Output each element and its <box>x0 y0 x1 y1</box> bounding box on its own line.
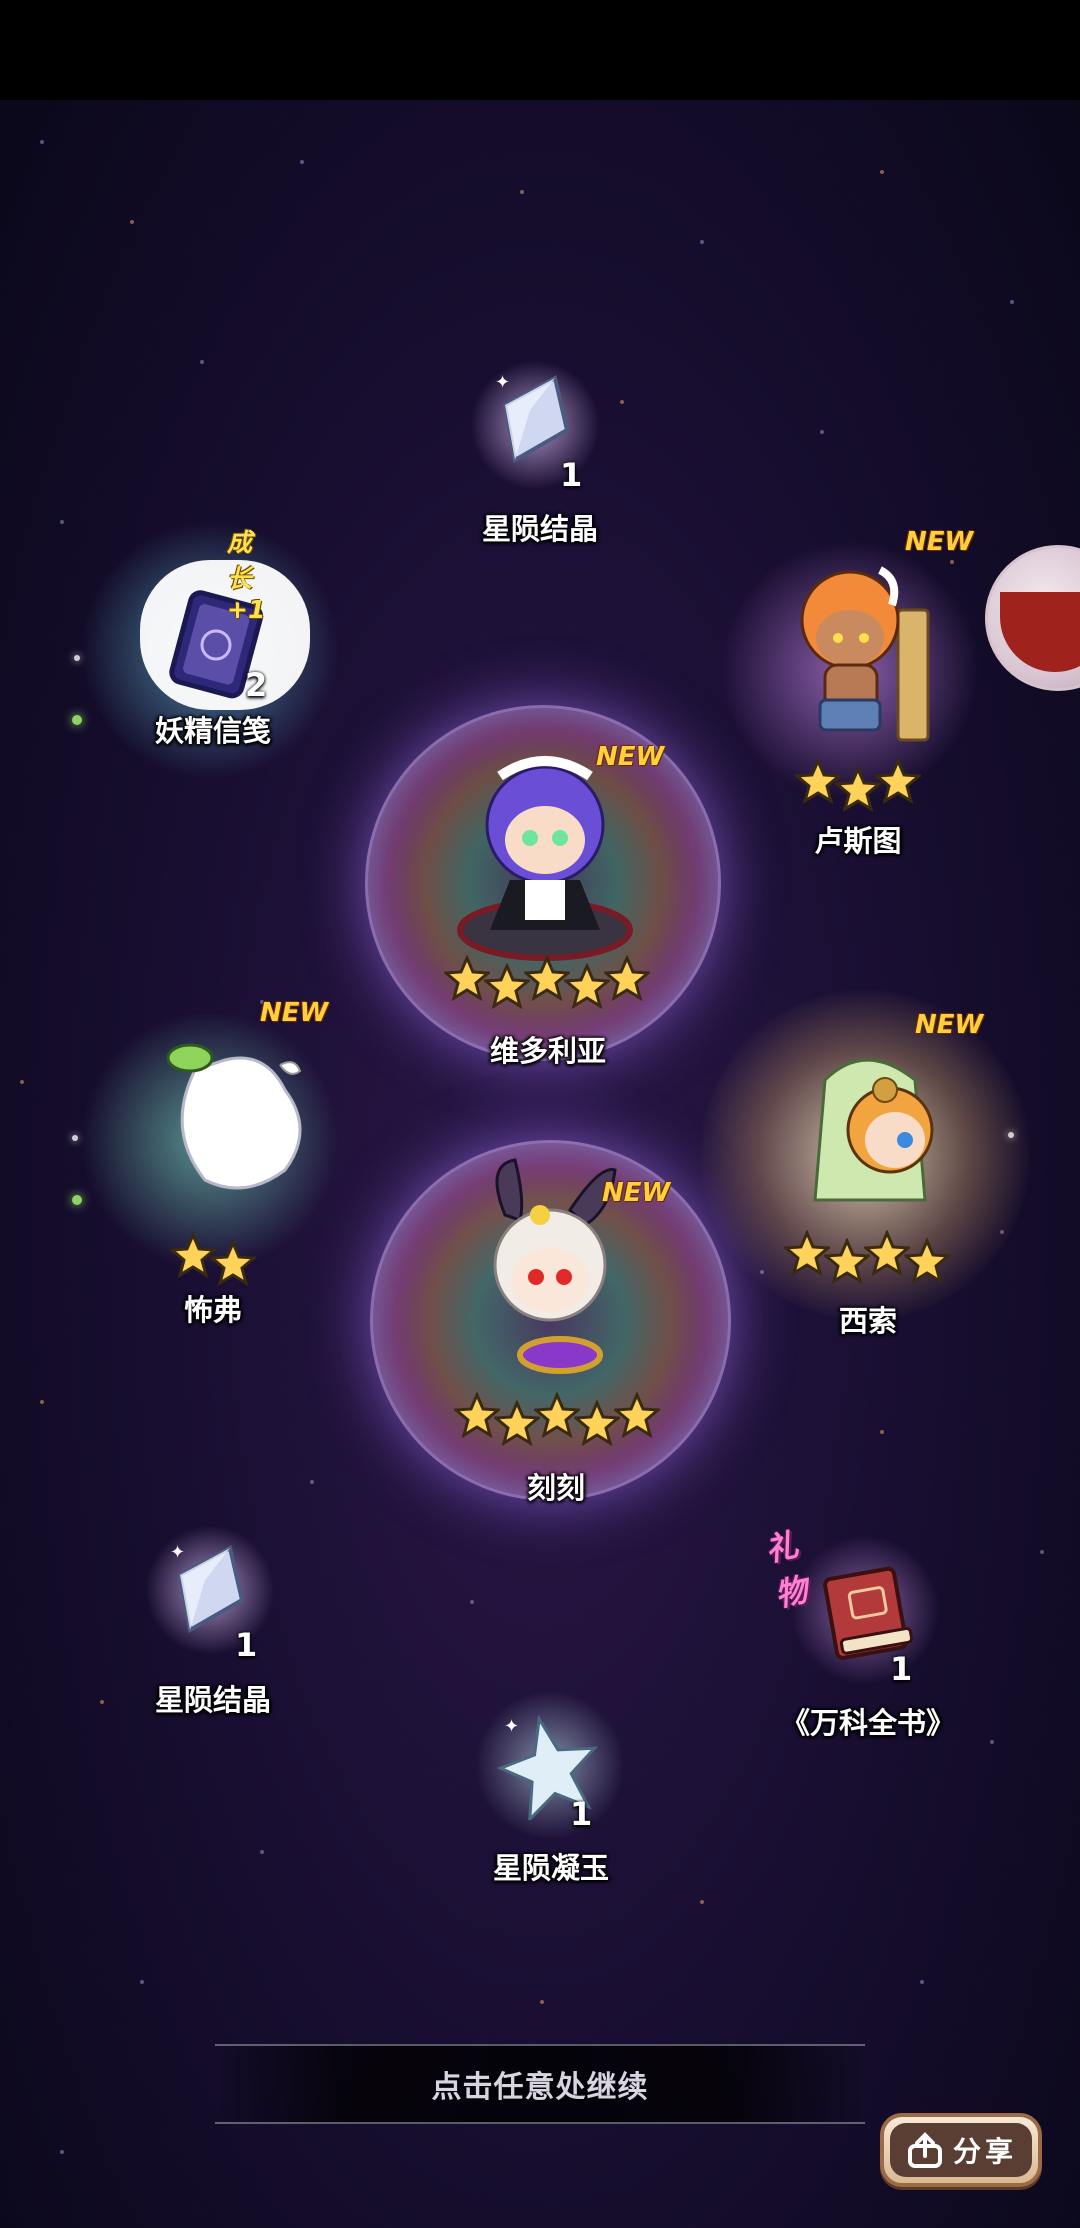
keke-label: 刻刻 <box>526 1471 586 1505</box>
star-icon <box>614 1392 660 1438</box>
keke-new-badge: NEW <box>602 1178 671 1208</box>
share-button[interactable]: 分享 <box>880 2113 1042 2187</box>
victoria-character-icon <box>457 756 633 961</box>
victoria-stars <box>444 955 650 1009</box>
xisuo-new-badge: NEW <box>915 1010 984 1040</box>
crystal-icon: ✦ <box>495 372 570 464</box>
fufu-new-badge: NEW <box>260 998 329 1028</box>
encyclopedia-label: 《万科全书》 <box>780 1706 956 1740</box>
keke-stars <box>454 1392 660 1446</box>
victoria-new-badge: NEW <box>596 742 665 772</box>
crystal-top-label: 星陨结晶 <box>481 512 599 546</box>
crystal-icon: ✦ <box>170 1542 245 1634</box>
crystal-left-count: 1 <box>235 1626 258 1664</box>
xisuo-label: 西索 <box>838 1304 898 1338</box>
growth-tag: 成长+1 <box>227 528 266 624</box>
crystal-top-count: 1 <box>560 456 583 494</box>
share-button-label: 分享 <box>952 2135 1017 2168</box>
lustu-stars <box>795 758 921 812</box>
fairy-letter-count: 2 <box>245 666 268 704</box>
star-icon <box>875 758 921 804</box>
fufu-stars <box>170 1232 256 1286</box>
encyclopedia-count: 1 <box>890 1650 913 1688</box>
victoria-label: 维多利亚 <box>489 1034 607 1068</box>
xisuo-character-icon <box>813 1058 934 1202</box>
continue-prompt-text: 点击任意处继续 <box>431 2070 649 2105</box>
book-icon <box>823 1566 914 1660</box>
star-icon <box>210 1240 256 1286</box>
share-icon <box>907 2132 942 2168</box>
fufu-label: 怖弗 <box>183 1293 243 1327</box>
svg-text:✦: ✦ <box>504 1716 519 1737</box>
top-status-bar <box>0 0 1080 100</box>
star-icon <box>604 955 650 1001</box>
continue-prompt-bar[interactable]: 点击任意处继续 <box>215 2044 865 2124</box>
lustu-label: 卢斯图 <box>814 824 902 858</box>
lustu-character-icon <box>800 566 930 742</box>
svg-text:✦: ✦ <box>495 372 510 393</box>
jade-count: 1 <box>570 1795 593 1833</box>
lustu-new-badge: NEW <box>905 527 974 557</box>
svg-text:✦: ✦ <box>170 1542 185 1563</box>
crystal-left-label: 星陨结晶 <box>154 1683 272 1717</box>
fairy-letter-label: 妖精信笺 <box>154 714 272 748</box>
star-icon <box>904 1238 950 1284</box>
fufu-character-icon <box>166 1043 302 1190</box>
jade-label: 星陨凝玉 <box>492 1851 610 1885</box>
xisuo-stars <box>784 1230 950 1284</box>
